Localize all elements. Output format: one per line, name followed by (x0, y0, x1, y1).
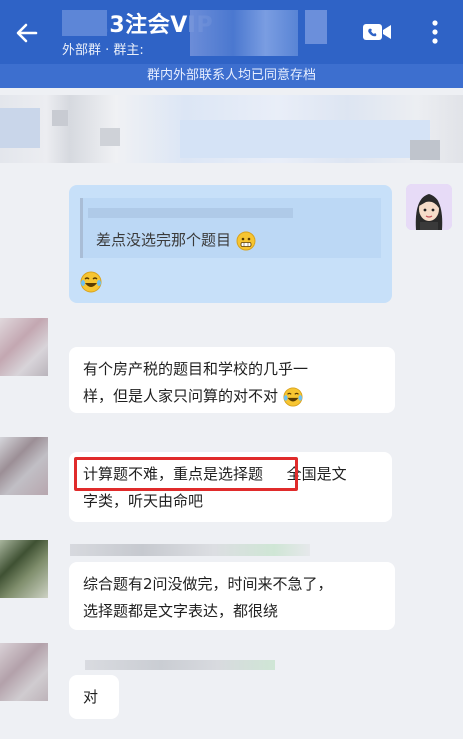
blurred-region (88, 208, 293, 218)
more-options-icon[interactable] (425, 18, 445, 46)
blurred-region (180, 120, 430, 158)
blurred-region (410, 140, 440, 160)
blurred-region (100, 128, 120, 146)
archive-notice: 群内外部联系人均已同意存档 (0, 64, 463, 88)
blurred-region (305, 10, 327, 44)
blurred-region (0, 108, 40, 148)
laugh-cry-emoji-icon (80, 271, 102, 293)
message-text: 对 (83, 688, 99, 706)
grimace-emoji-icon (236, 231, 256, 250)
avatar-blurred[interactable] (0, 643, 48, 701)
message-bubble[interactable]: 有个房产税的题目和学校的几乎一 样，但是人家只问算的对不对 (69, 347, 395, 413)
back-arrow-icon[interactable] (12, 18, 42, 48)
message-text: 字类，听天由命吧 (83, 492, 204, 510)
blurred-sender-name (85, 660, 275, 670)
message-text: 选择题都是文字表达，都很绕 (83, 602, 279, 620)
avatar-self[interactable] (406, 184, 452, 230)
top-bar: 2023注会VIP 外部群 · 群主: (0, 0, 463, 64)
quoted-text: 差点没选完那个题目 (96, 229, 256, 251)
message-text: 有个房产税的题目和学校的几乎一 (83, 360, 309, 378)
chat-subtitle: 外部群 · 群主: (62, 43, 144, 58)
blurred-sender-name (70, 544, 310, 556)
quoted-text-content: 差点没选完那个题目 (96, 231, 232, 249)
blurred-region (190, 10, 298, 56)
blurred-region (62, 10, 107, 36)
message-text: 样，但是人家只问算的对不对 (83, 383, 381, 410)
message-text-line: 样，但是人家只问算的对不对 (83, 387, 279, 405)
message-bubble[interactable]: 综合题有2问没做完，时间来不急了， 选择题都是文字表达，都很绕 (69, 562, 395, 630)
message-text: 综合题有2问没做完，时间来不急了， (83, 575, 333, 593)
avatar-blurred[interactable] (0, 437, 48, 495)
avatar-blurred[interactable] (0, 540, 48, 598)
red-highlight-box (74, 457, 298, 491)
laugh-cry-emoji-icon (283, 386, 303, 407)
video-call-icon[interactable] (362, 22, 392, 42)
avatar-blurred[interactable] (0, 318, 48, 376)
blurred-region (52, 110, 68, 126)
avatar-illustration-icon (406, 184, 452, 230)
message-bubble[interactable]: 对 (69, 675, 119, 719)
